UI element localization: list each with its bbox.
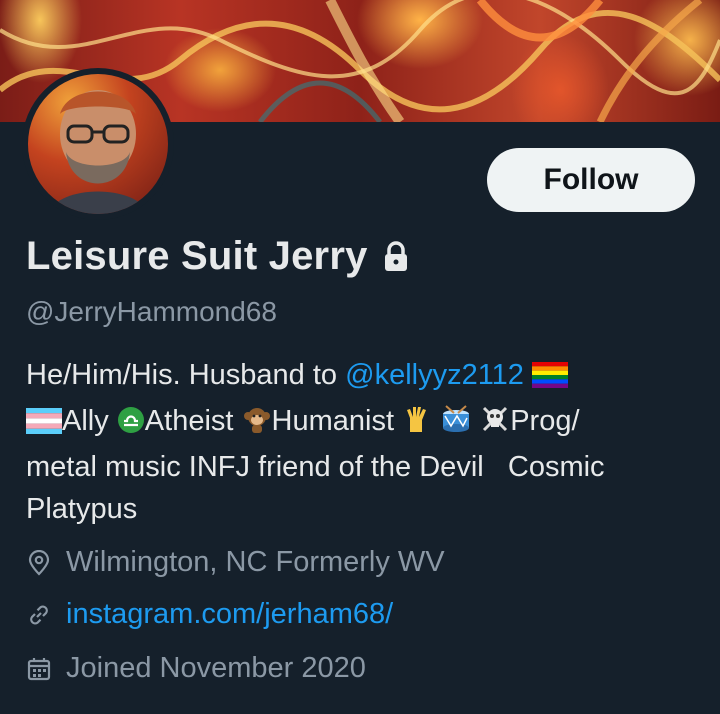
bio-line-1: He/Him/His. Husband to @kellyyz2112 (26, 354, 686, 400)
avatar[interactable] (22, 68, 174, 220)
vulcan-salute-icon (402, 404, 432, 446)
bio-line-2: Ally Atheist Humanist Prog/ (26, 400, 686, 446)
location-pin-icon (28, 549, 50, 576)
name-row: Leisure Suit Jerry (26, 234, 410, 279)
bio: He/Him/His. Husband to @kellyyz2112 Ally… (26, 354, 686, 530)
bio-line-3: metal music INFJ friend of the Devil Cos… (26, 451, 605, 483)
bio-text: Humanist (271, 405, 395, 437)
calendar-icon (27, 657, 51, 680)
avatar-image (28, 74, 168, 214)
rainbow-flag-icon (532, 358, 569, 400)
bio-text: Ally (62, 405, 109, 437)
website-link[interactable]: instagram.com/jerham68/ (66, 598, 393, 631)
monkey-icon (242, 404, 272, 446)
bio-line-4: Platypus (26, 493, 138, 525)
bio-text: Atheist (144, 405, 234, 437)
location-row: Wilmington, NC Formerly WV (26, 546, 445, 579)
bio-text: He/Him/His. Husband to (26, 359, 346, 391)
display-name: Leisure Suit Jerry (26, 234, 368, 278)
user-handle: @JerryHammond68 (26, 296, 277, 327)
mention-link[interactable]: @kellyyz2112 (345, 359, 524, 391)
skull-crossbones-icon (480, 404, 510, 446)
lock-icon (384, 240, 407, 271)
location-text: Wilmington, NC Formerly WV (66, 546, 445, 578)
bio-text: Prog/ (510, 405, 580, 437)
drum-icon (440, 404, 472, 446)
follow-button[interactable]: Follow (487, 148, 695, 212)
joined-date: Joined November 2020 (66, 652, 366, 684)
website-row: instagram.com/jerham68/ (26, 598, 393, 631)
libra-icon (117, 404, 145, 446)
joined-row: Joined November 2020 (26, 652, 366, 685)
transgender-flag-icon (26, 404, 62, 446)
link-icon (30, 605, 48, 624)
